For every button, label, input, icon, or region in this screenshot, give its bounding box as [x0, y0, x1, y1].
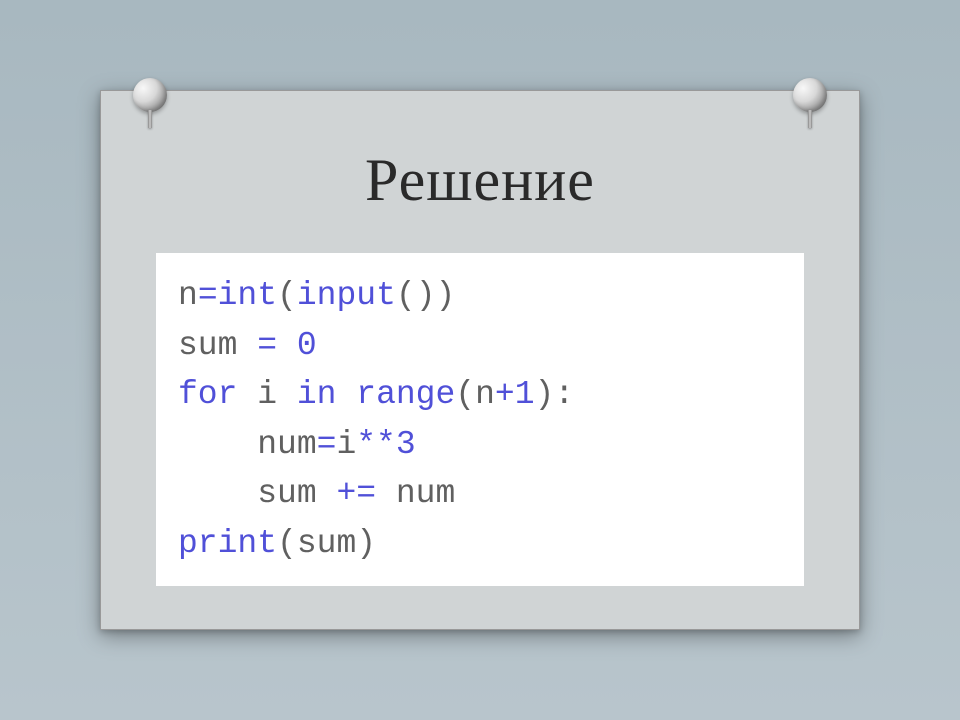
- code-token: ):: [535, 376, 575, 413]
- code-token: =: [198, 277, 218, 314]
- code-token: (: [277, 277, 297, 314]
- code-token: [336, 376, 356, 413]
- code-token: +=: [336, 475, 376, 512]
- code-token: [277, 327, 297, 364]
- slide-title: Решение: [156, 146, 804, 215]
- code-token: 0: [297, 327, 317, 364]
- code-token: n: [178, 277, 198, 314]
- code-token: 1: [515, 376, 535, 413]
- code-block: n=int(input()) sum = 0 for i in range(n+…: [156, 253, 804, 586]
- code-token: for: [178, 376, 237, 413]
- code-token: range: [356, 376, 455, 413]
- code-token: input: [297, 277, 396, 314]
- code-token: =: [317, 426, 337, 463]
- slide-container: Решение n=int(input()) sum = 0 for i in …: [100, 90, 860, 630]
- code-token: (sum): [277, 525, 376, 562]
- code-token: (n: [455, 376, 495, 413]
- code-token: +: [495, 376, 515, 413]
- code-token: num: [376, 475, 455, 512]
- code-token: 3: [396, 426, 416, 463]
- code-token: sum: [178, 475, 336, 512]
- code-token: i: [336, 426, 356, 463]
- pushpin-icon: [126, 78, 174, 126]
- code-token: print: [178, 525, 277, 562]
- code-token: **: [356, 426, 396, 463]
- code-token: =: [257, 327, 277, 364]
- slide: Решение n=int(input()) sum = 0 for i in …: [100, 90, 860, 630]
- code-token: int: [218, 277, 277, 314]
- code-token: sum: [178, 327, 257, 364]
- code-token: num: [178, 426, 317, 463]
- pushpin-icon: [786, 78, 834, 126]
- code-token: in: [297, 376, 337, 413]
- code-token: ()): [396, 277, 455, 314]
- code-token: i: [237, 376, 296, 413]
